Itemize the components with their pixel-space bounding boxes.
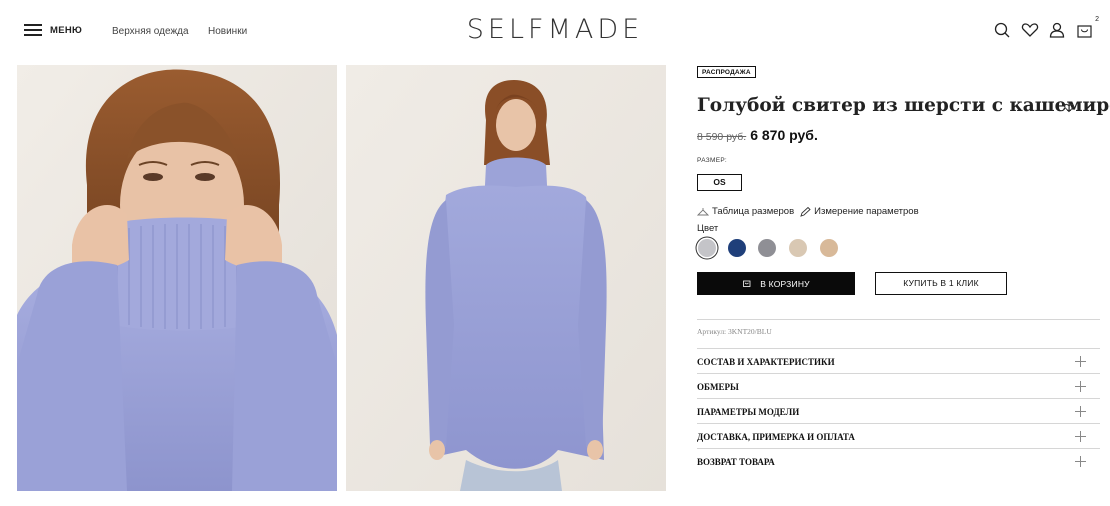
measure-link[interactable]: Измерение параметров bbox=[814, 206, 919, 217]
buy-one-click-button[interactable]: КУПИТЬ В 1 КЛИК bbox=[875, 272, 1007, 295]
product-photo-closeup[interactable] bbox=[17, 65, 337, 491]
divider bbox=[697, 319, 1100, 320]
cart-icon[interactable]: 2 bbox=[1075, 16, 1099, 40]
color-label: Цвет bbox=[697, 223, 719, 234]
add-to-cart-label: В КОРЗИНУ bbox=[760, 278, 810, 289]
color-swatch-grey[interactable] bbox=[758, 239, 776, 257]
product-photo-full[interactable] bbox=[346, 65, 666, 491]
pencil-icon bbox=[799, 206, 811, 217]
plus-icon bbox=[1075, 456, 1086, 467]
user-icon[interactable] bbox=[1047, 20, 1067, 40]
search-icon[interactable] bbox=[993, 20, 1013, 40]
heart-icon[interactable] bbox=[1020, 20, 1040, 40]
old-price: 8 590 руб. bbox=[697, 131, 747, 143]
accordion-title: ПАРАМЕТРЫ МОДЕЛИ bbox=[697, 406, 800, 417]
sale-badge: РАСПРОДАЖА bbox=[697, 66, 756, 78]
product-title: Голубой свитер из шерсти с кашемиром bbox=[697, 95, 1110, 116]
plus-icon bbox=[1075, 406, 1086, 417]
accordion-delivery[interactable]: ДОСТАВКА, ПРИМЕРКА И ОПЛАТА bbox=[697, 424, 1100, 449]
price-row: 8 590 руб. 6 870 руб. bbox=[697, 127, 818, 143]
accordion-title: ОБМЕРЫ bbox=[697, 381, 739, 392]
size-links: Таблица размеров Измерение параметров bbox=[696, 206, 919, 217]
site-header: МЕНЮ Верхняя одежда Новинки SELFMADE 2 bbox=[0, 0, 1110, 62]
favorite-heart-icon[interactable] bbox=[1063, 101, 1075, 113]
sale-price: 6 870 руб. bbox=[750, 127, 818, 143]
accordion-title: СОСТАВ И ХАРАКТЕРИСТИКИ bbox=[697, 356, 835, 367]
hanger-icon bbox=[696, 207, 710, 217]
size-option-os[interactable]: OS bbox=[697, 174, 742, 191]
accordion-model-params[interactable]: ПАРАМЕТРЫ МОДЕЛИ bbox=[697, 399, 1100, 424]
cart-icon bbox=[742, 278, 752, 290]
color-swatch-camel[interactable] bbox=[820, 239, 838, 257]
plus-icon bbox=[1075, 431, 1086, 442]
brand-logo[interactable]: SELFMADE bbox=[0, 14, 1110, 45]
product-sku: Артикул: 3KNT20/BLU bbox=[697, 327, 772, 336]
accordion-returns[interactable]: ВОЗВРАТ ТОВАРА bbox=[697, 449, 1100, 474]
add-to-cart-button[interactable]: В КОРЗИНУ bbox=[697, 272, 855, 295]
accordion-composition[interactable]: СОСТАВ И ХАРАКТЕРИСТИКИ bbox=[697, 349, 1100, 374]
color-swatch-grey-light[interactable] bbox=[698, 239, 716, 257]
cart-count-badge: 2 bbox=[1095, 16, 1099, 24]
accordion-title: ДОСТАВКА, ПРИМЕРКА И ОПЛАТА bbox=[697, 431, 855, 442]
accordion-measurements[interactable]: ОБМЕРЫ bbox=[697, 374, 1100, 399]
size-label: РАЗМЕР: bbox=[697, 157, 727, 164]
color-swatch-navy[interactable] bbox=[728, 239, 746, 257]
accordion-title: ВОЗВРАТ ТОВАРА bbox=[697, 456, 775, 467]
size-table-link[interactable]: Таблица размеров bbox=[712, 206, 794, 217]
plus-icon bbox=[1075, 381, 1086, 392]
color-swatch-beige[interactable] bbox=[789, 239, 807, 257]
plus-icon bbox=[1075, 356, 1086, 367]
